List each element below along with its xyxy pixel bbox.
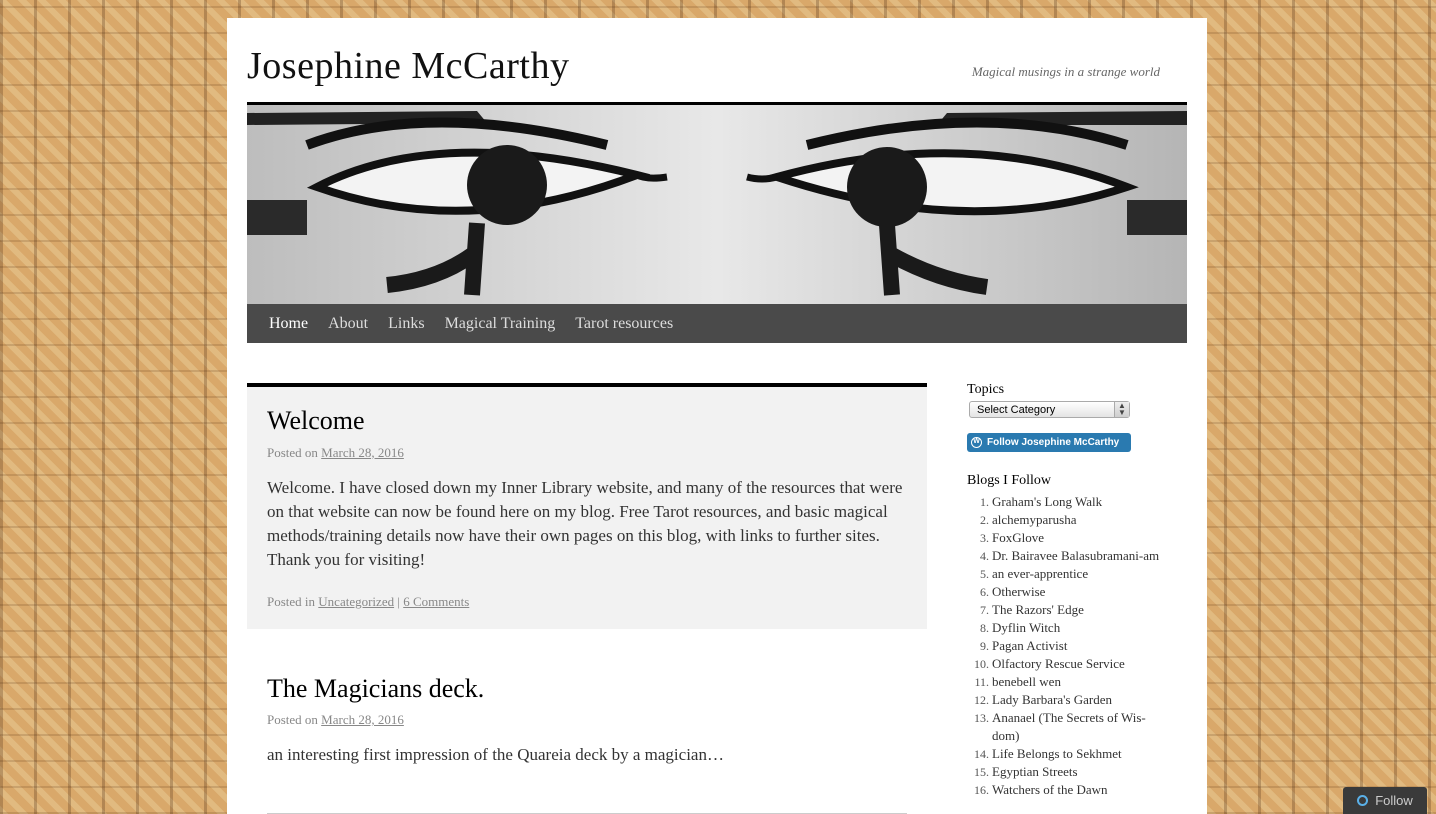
eyes-of-horus-image xyxy=(247,105,1187,304)
blog-link[interactable]: Ananael (The Secrets of Wis-dom) xyxy=(992,709,1167,745)
nav-item-magical-training[interactable]: Magical Training xyxy=(435,315,566,333)
page-container: Josephine McCarthy Magical musings in a … xyxy=(227,18,1207,814)
blog-link[interactable]: Lady Barbara's Garden xyxy=(992,691,1167,709)
site-tagline: Magical musings in a strange world xyxy=(971,64,1160,79)
topics-widget-title: Topics xyxy=(967,382,1005,397)
blog-link[interactable]: benebell wen xyxy=(992,673,1167,691)
blogs-list: Graham's Long Walk alchemyparusha FoxGlo… xyxy=(967,493,1167,799)
follow-blog-label: Follow Josephine McCarthy xyxy=(987,437,1120,448)
blog-link[interactable]: Dyflin Witch xyxy=(992,619,1167,637)
blog-link[interactable]: Graham's Long Walk xyxy=(992,493,1167,511)
blog-link[interactable]: Pagan Activist xyxy=(992,637,1167,655)
meta-separator: | xyxy=(397,593,400,609)
follow-floating-label: Follow xyxy=(1375,793,1413,808)
select-arrows-icon: ▲ ▼ xyxy=(1114,402,1129,417)
blog-link[interactable]: Life Belongs to Sekhmet xyxy=(992,745,1167,763)
post-title[interactable]: Welcome xyxy=(267,406,907,436)
nav-item-home[interactable]: Home xyxy=(259,315,318,333)
header-banner-image xyxy=(247,102,1187,307)
category-link[interactable]: Uncategorized xyxy=(318,594,394,609)
comments-link[interactable]: 6 Comments xyxy=(403,594,469,609)
post-magicians-deck: The Magicians deck. Posted on March 28, … xyxy=(247,629,927,768)
follow-floating-button[interactable]: Follow xyxy=(1343,787,1427,814)
wordpress-icon: W xyxy=(971,437,982,448)
post-content: Welcome. I have closed down my Inner Lib… xyxy=(267,477,903,569)
blog-link[interactable]: Otherwise xyxy=(992,583,1167,601)
follow-plus-icon xyxy=(1357,795,1369,806)
category-select[interactable]: Select Category ▲ ▼ xyxy=(969,401,1130,418)
nav-item-links[interactable]: Links xyxy=(378,315,434,333)
content-area: Welcome Posted on March 28, 2016 Welcome… xyxy=(247,383,927,767)
post-welcome: Welcome Posted on March 28, 2016 Welcome… xyxy=(247,383,927,629)
blogs-widget-title: Blogs I Follow xyxy=(967,473,1052,488)
post-meta: Posted on March 28, 2016 xyxy=(267,445,907,461)
posted-in-label: Posted in xyxy=(267,593,316,609)
site-title[interactable]: Josephine McCarthy xyxy=(247,44,569,88)
blog-link[interactable]: The Razors' Edge xyxy=(992,601,1167,619)
sidebar: Topics Select Category ▲ ▼ W Follow Josep… xyxy=(967,382,1167,799)
post-meta: Posted on March 28, 2016 xyxy=(267,712,907,728)
blog-link[interactable]: FoxGlove xyxy=(992,529,1167,547)
blog-link[interactable]: an ever-apprentice xyxy=(992,565,1167,583)
post-date-link[interactable]: March 28, 2016 xyxy=(321,712,404,727)
blog-link[interactable]: alchemyparusha xyxy=(992,511,1167,529)
main-navigation: Home About Links Magical Training Tarot … xyxy=(247,304,1187,343)
nav-item-tarot-resources[interactable]: Tarot resources xyxy=(565,315,683,333)
post-title[interactable]: The Magicians deck. xyxy=(267,674,907,704)
category-select-value: Select Category xyxy=(977,403,1056,416)
post-content: an interesting first impression of the Q… xyxy=(267,745,724,765)
posted-on-label: Posted on xyxy=(267,444,318,460)
nav-item-about[interactable]: About xyxy=(318,315,378,333)
blog-link[interactable]: Dr. Bairavee Balasubramani-am xyxy=(992,547,1167,565)
blog-link[interactable]: Egyptian Streets xyxy=(992,763,1167,781)
posted-on-label: Posted on xyxy=(267,712,318,728)
blog-link[interactable]: Olfactory Rescue Service xyxy=(992,655,1167,673)
blog-link[interactable]: Watchers of the Dawn xyxy=(992,781,1167,799)
post-date-link[interactable]: March 28, 2016 xyxy=(321,445,404,460)
follow-blog-button[interactable]: W Follow Josephine McCarthy xyxy=(967,433,1131,452)
post-footer: Posted in Uncategorized | 6 Comments xyxy=(267,594,907,610)
